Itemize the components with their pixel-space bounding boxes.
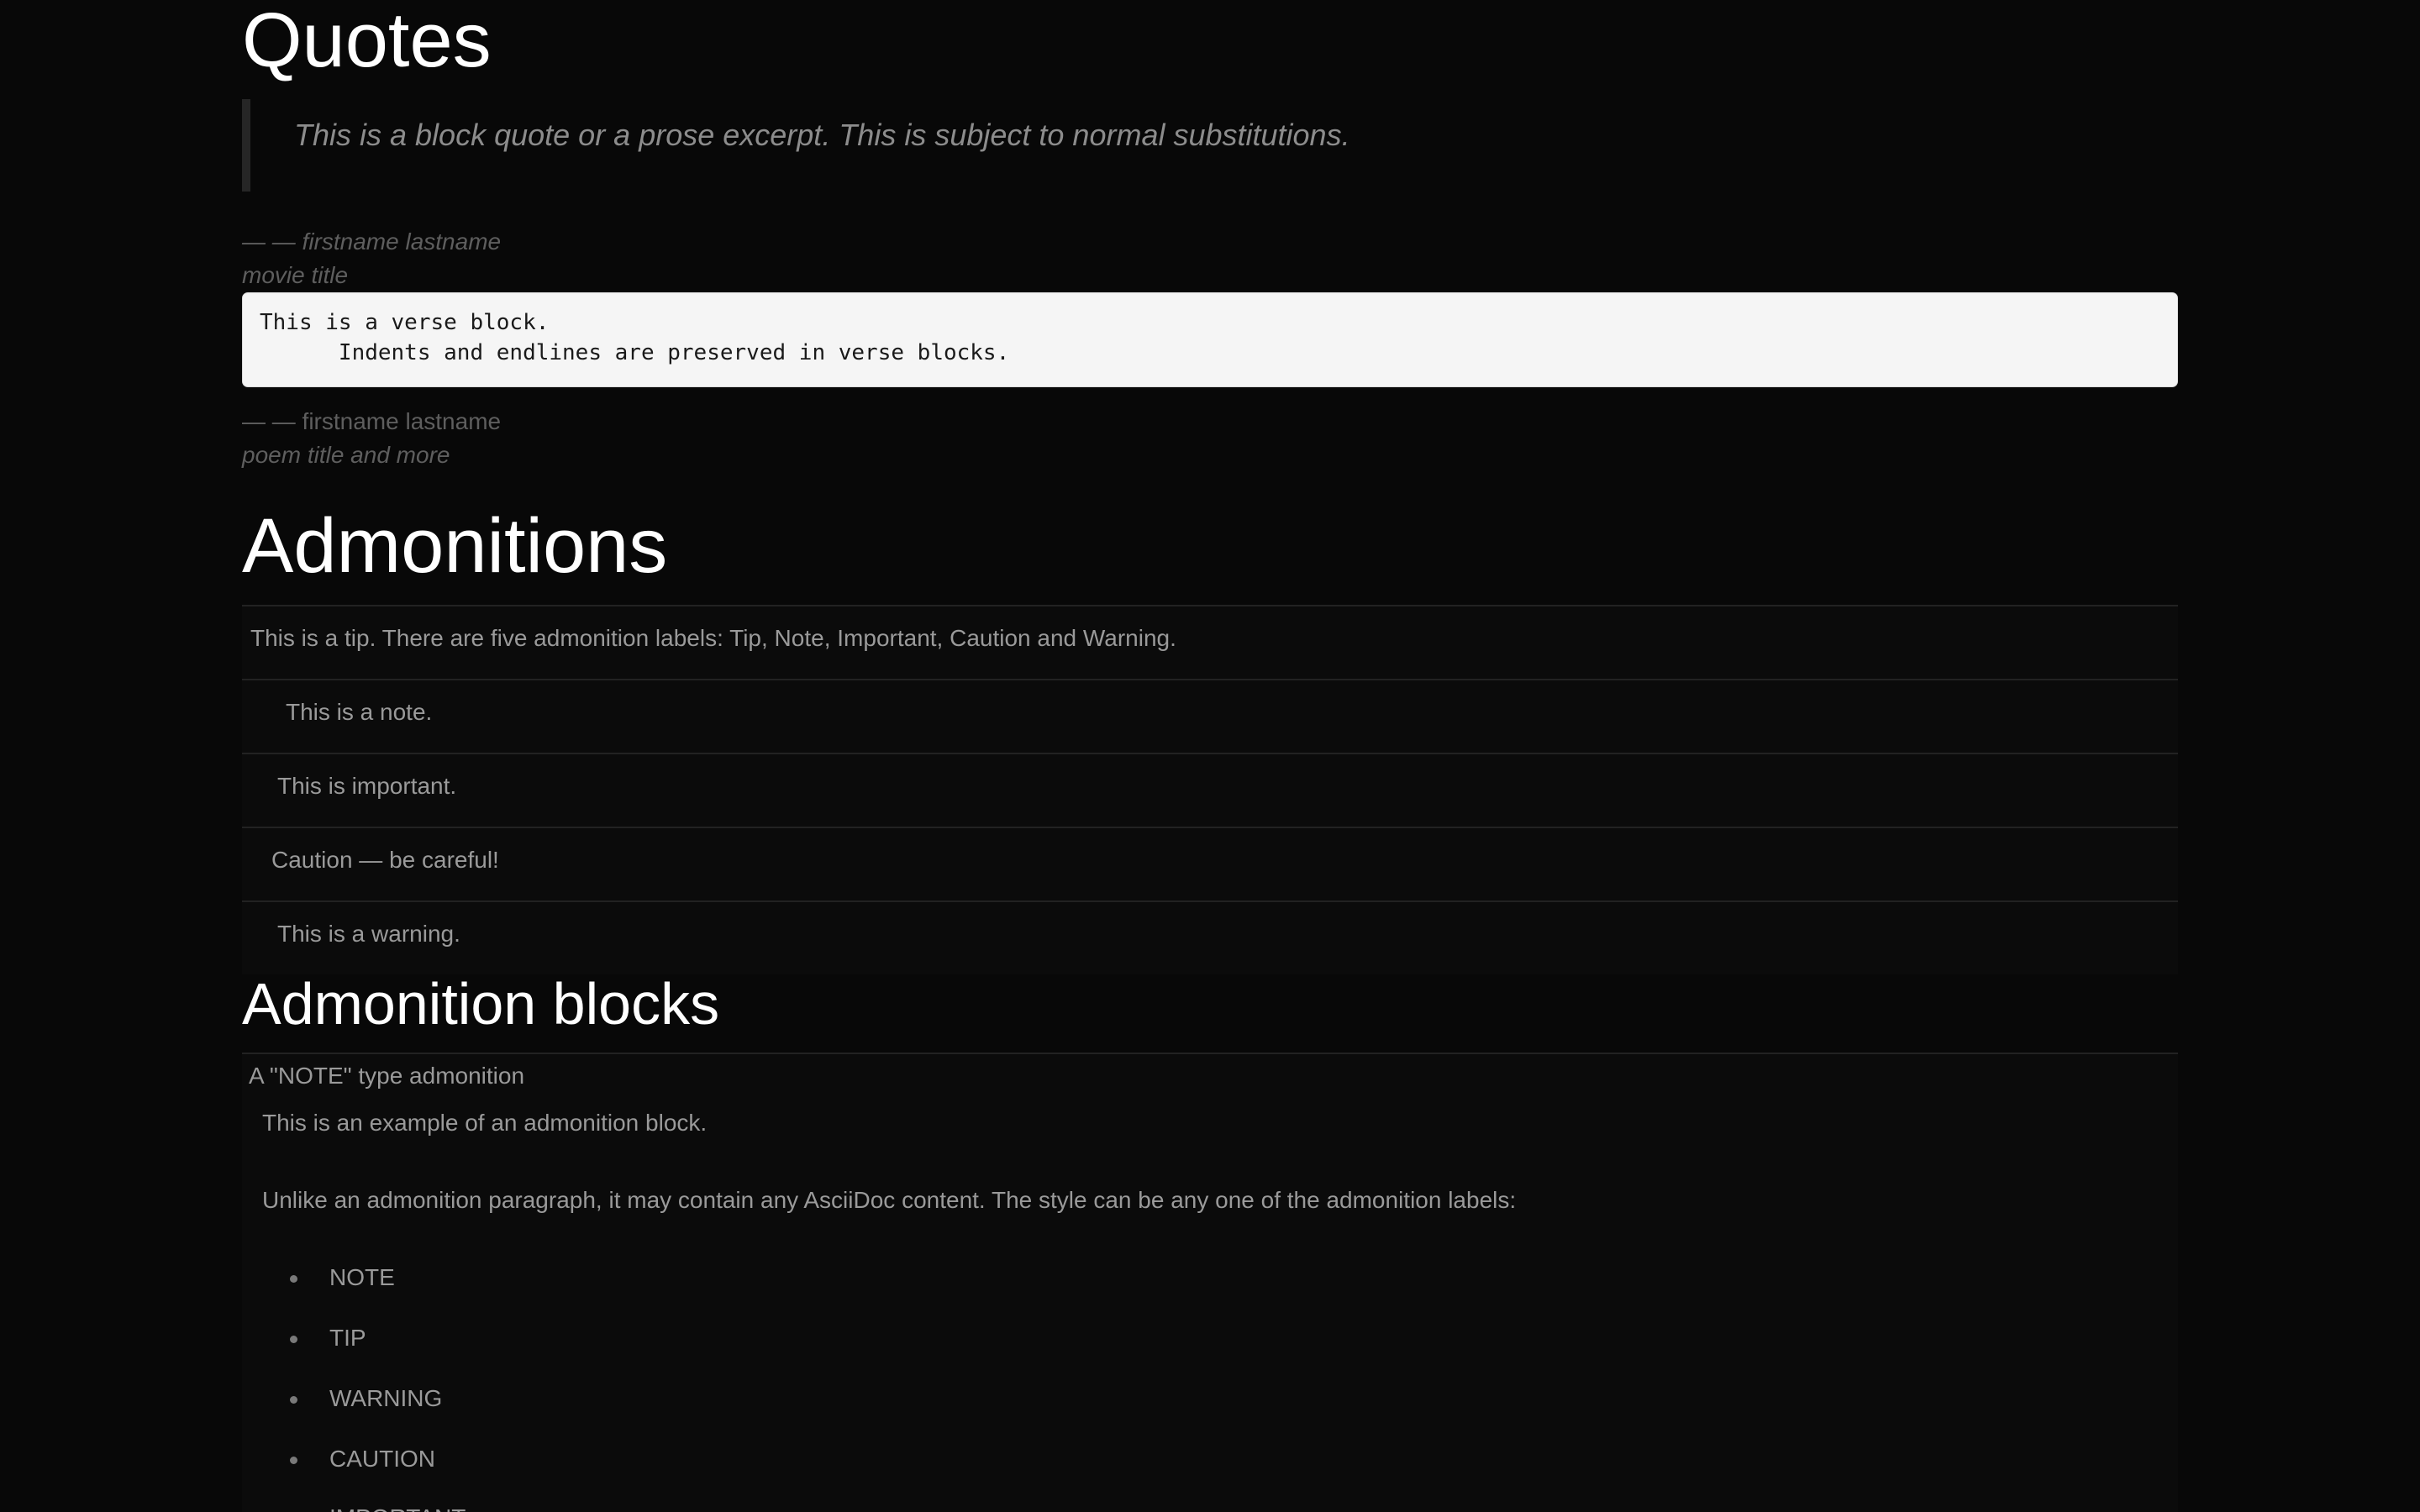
- admonition-note: This is a note.: [242, 679, 2178, 753]
- admonition-caution: Caution — be careful!: [242, 827, 2178, 900]
- admonition-warning: This is a warning.: [242, 900, 2178, 974]
- list-item-label: IMPORTANT: [329, 1504, 466, 1512]
- admonition-tip: This is a tip. There are five admonition…: [242, 605, 2178, 679]
- admonition-text: This is a tip. There are five admonition…: [250, 625, 1176, 651]
- quotes-heading: Quotes: [242, 0, 492, 83]
- verse-citation: poem title and more: [242, 442, 450, 468]
- admonition-blocks-heading: Admonition blocks: [242, 971, 720, 1037]
- bullet-icon: [290, 1457, 297, 1464]
- verse-block: This is a verse block. Indents and endli…: [242, 292, 2178, 387]
- block-quote: This is a block quote or a prose excerpt…: [242, 99, 2178, 192]
- admonition-block-title: A "NOTE" type admonition: [249, 1063, 525, 1089]
- admonition-text: This is a note.: [286, 699, 433, 725]
- quote-citation: movie title: [242, 262, 349, 288]
- admonition-text: This is a warning.: [277, 921, 460, 947]
- admonition-text: This is important.: [277, 773, 457, 799]
- admonition-block-paragraph: Unlike an admonition paragraph, it may c…: [262, 1187, 1517, 1213]
- bullet-icon: [290, 1275, 297, 1283]
- admonition-block-paragraph: This is an example of an admonition bloc…: [262, 1110, 708, 1136]
- list-item-label: CAUTION: [329, 1446, 435, 1472]
- bullet-icon: [290, 1396, 297, 1404]
- quote-attribution: — — firstname lastname: [242, 228, 502, 255]
- verse-line: This is a verse block.: [260, 310, 550, 335]
- verse-line: Indents and endlines are preserved in ve…: [260, 340, 1010, 365]
- list-item-label: WARNING: [329, 1385, 443, 1411]
- bullet-icon: [290, 1336, 297, 1343]
- verse-attribution: — — firstname lastname: [242, 408, 502, 434]
- admonition-text: Caution — be careful!: [271, 847, 499, 873]
- admonitions-heading: Admonitions: [242, 503, 668, 589]
- block-quote-text: This is a block quote or a prose excerpt…: [294, 118, 1350, 152]
- list-item-label: TIP: [329, 1325, 366, 1351]
- note-admonition-block: A "NOTE" type admonition This is an exam…: [242, 1053, 2178, 1512]
- list-item-label: NOTE: [329, 1264, 395, 1290]
- admonition-important: This is important.: [242, 753, 2178, 827]
